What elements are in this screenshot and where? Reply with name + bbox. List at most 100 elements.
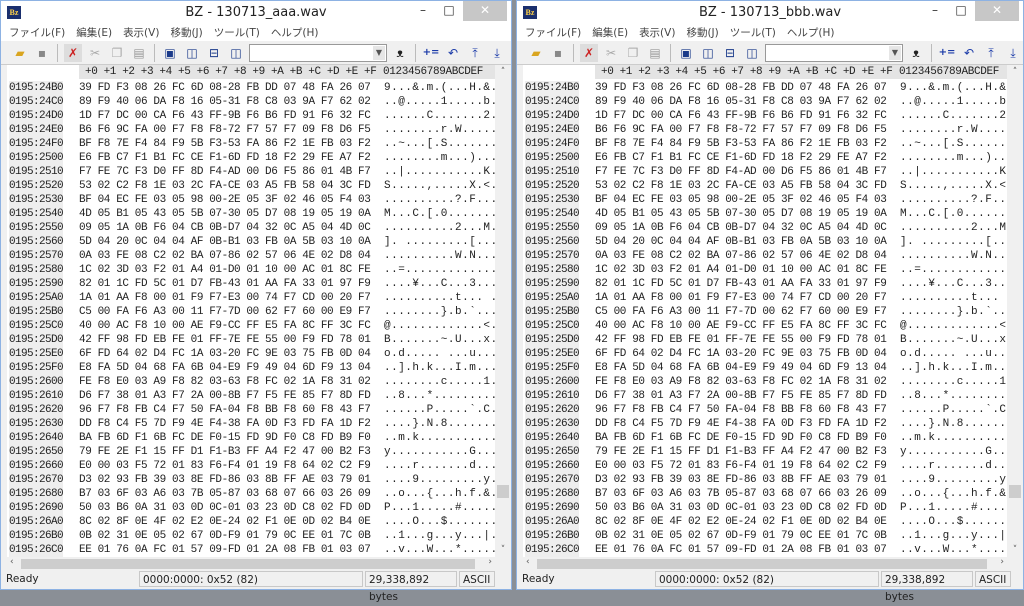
hex-row[interactable]: 0195:2600 FE F8 E0 03 A9 F8 82 03-63 F8 F…: [7, 375, 495, 389]
hex-row[interactable]: 0195:24B0 39 FD F3 08 26 FC 6D 08-28 FB D…: [523, 81, 1007, 95]
maximize-button[interactable]: □: [435, 1, 463, 21]
chevron-down-icon[interactable]: ▼: [889, 45, 901, 60]
hex-row[interactable]: 0195:24B0 39 FD F3 08 26 FC 6D 08-28 FB D…: [7, 81, 495, 95]
binoculars-icon[interactable]: ᴥ: [907, 44, 925, 62]
hex-row[interactable]: 0195:2610 D6 F7 38 01 A3 F7 2A 00-8B F7 F…: [523, 389, 1007, 403]
close-button[interactable]: ✕: [975, 1, 1019, 21]
hex-row[interactable]: 0195:26A0 8C 02 8F 0E 4F 02 E2 0E-24 02 F…: [523, 515, 1007, 529]
hex-row[interactable]: 0195:24C0 89 F9 40 06 DA F8 16 05-31 F8 C…: [523, 95, 1007, 109]
menu-edit[interactable]: 編集(E): [592, 25, 628, 41]
view-single-icon[interactable]: ▣: [161, 44, 179, 62]
vertical-scrollbar[interactable]: ˄ ˅: [495, 65, 511, 557]
hex-row[interactable]: 0195:25B0 C5 00 FA F6 A3 00 11 F7-7D 00 6…: [7, 305, 495, 319]
close-button[interactable]: ✕: [463, 1, 507, 21]
hex-row[interactable]: 0195:2550 09 05 1A 0B F6 04 CB 0B-D7 04 3…: [7, 221, 495, 235]
undo-jump-icon[interactable]: ↶: [960, 44, 978, 62]
readonly-toggle-icon[interactable]: ✗: [64, 43, 82, 62]
hex-row[interactable]: 0195:2650 79 FE 2E F1 15 FF D1 F1-B3 FF A…: [7, 445, 495, 459]
hex-row[interactable]: 0195:2560 5D 04 20 0C 04 04 AF 0B-B1 03 F…: [523, 235, 1007, 249]
undo-jump-icon[interactable]: ↶: [444, 44, 462, 62]
hex-row[interactable]: 0195:2680 B7 03 6F 03 A6 03 7B 05-87 03 6…: [523, 487, 1007, 501]
hex-row[interactable]: 0195:24F0 BF F8 7E F4 84 F9 5B F3-53 FA 8…: [523, 137, 1007, 151]
hex-row[interactable]: 0195:2570 0A 03 FE 08 C2 02 BA 07-86 02 5…: [7, 249, 495, 263]
jump-top-icon[interactable]: ⤒: [982, 44, 1000, 62]
binoculars-icon[interactable]: ᴥ: [391, 44, 409, 62]
search-combo[interactable]: ▼: [765, 43, 903, 62]
horizontal-scrollbar[interactable]: ‹ ›: [523, 557, 1007, 571]
hex-view[interactable]: +0 +1 +2 +3 +4 +5 +6 +7 +8 +9 +A +B +C +…: [7, 65, 495, 557]
menu-file[interactable]: ファイル(F): [9, 25, 65, 41]
view-vsplit-icon[interactable]: ◫: [699, 44, 717, 62]
hex-row[interactable]: 0195:24E0 B6 F6 9C FA 00 F7 F8 F8-72 F7 5…: [7, 123, 495, 137]
cut-icon[interactable]: ✂: [86, 44, 104, 62]
hex-row[interactable]: 0195:24D0 1D F7 DC 00 CA F6 43 FF-9B F6 B…: [523, 109, 1007, 123]
hex-row[interactable]: 0195:2540 4D 05 B1 05 43 05 5B 07-30 05 D…: [523, 207, 1007, 221]
download-icon[interactable]: ⤓: [1004, 44, 1022, 62]
menu-view[interactable]: 表示(V): [123, 25, 159, 41]
vertical-scrollbar[interactable]: ˄ ˅: [1007, 65, 1023, 557]
menu-help[interactable]: ヘルプ(H): [787, 25, 835, 41]
hex-row[interactable]: 0195:2540 4D 05 B1 05 43 05 5B 07-30 05 D…: [7, 207, 495, 221]
hex-row[interactable]: 0195:24C0 89 F9 40 06 DA F8 16 05-31 F8 C…: [7, 95, 495, 109]
calc-icon[interactable]: +=: [938, 44, 956, 62]
hex-row[interactable]: 0195:2690 50 03 B6 0A 31 03 0D 0C-01 03 2…: [523, 501, 1007, 515]
hex-row[interactable]: 0195:25C0 40 00 AC F8 10 00 AE F9-CC FF E…: [7, 319, 495, 333]
menu-help[interactable]: ヘルプ(H): [271, 25, 319, 41]
hex-row[interactable]: 0195:25D0 42 FF 98 FD EB FE 01 FF-7E FE 5…: [523, 333, 1007, 347]
menu-jump[interactable]: 移動(J): [686, 25, 718, 41]
hex-row[interactable]: 0195:26B0 0B 02 31 0E 05 02 67 0D-F9 01 7…: [523, 529, 1007, 543]
hex-row[interactable]: 0195:2570 0A 03 FE 08 C2 02 BA 07-86 02 5…: [523, 249, 1007, 263]
hex-row[interactable]: 0195:25F0 E8 FA 5D 04 68 FA 6B 04-E9 F9 4…: [7, 361, 495, 375]
hex-row[interactable]: 0195:2530 BF 04 EC FE 03 05 98 00-2E 05 3…: [523, 193, 1007, 207]
scrollbar-thumb[interactable]: [1009, 485, 1021, 498]
hex-row[interactable]: 0195:2510 F7 FE 7C F3 D0 FF 8D F4-AD 00 D…: [7, 165, 495, 179]
search-combo[interactable]: ▼: [249, 43, 387, 62]
hex-row[interactable]: 0195:2590 82 01 1C FD 5C 01 D7 FB-43 01 A…: [523, 277, 1007, 291]
hex-row[interactable]: 0195:2550 09 05 1A 0B F6 04 CB 0B-D7 04 3…: [523, 221, 1007, 235]
hex-row[interactable]: 0195:26C0 EE 01 76 0A FC 01 57 09-FD 01 2…: [7, 543, 495, 557]
hex-row[interactable]: 0195:25B0 C5 00 FA F6 A3 00 11 F7-7D 00 6…: [523, 305, 1007, 319]
hex-row[interactable]: 0195:2580 1C 02 3D 03 F2 01 A4 01-D0 01 1…: [523, 263, 1007, 277]
jump-top-icon[interactable]: ⤒: [466, 44, 484, 62]
hex-row[interactable]: 0195:24D0 1D F7 DC 00 CA F6 43 FF-9B F6 B…: [7, 109, 495, 123]
hex-row[interactable]: 0195:25E0 6F FD 64 02 D4 FC 1A 03-20 FC 9…: [7, 347, 495, 361]
hex-row[interactable]: 0195:2620 96 F7 F8 FB C4 F7 50 FA-04 F8 B…: [523, 403, 1007, 417]
hex-row[interactable]: 0195:26B0 0B 02 31 0E 05 02 67 0D-F9 01 7…: [7, 529, 495, 543]
readonly-toggle-icon[interactable]: ✗: [580, 43, 598, 62]
title-bar[interactable]: Bz BZ - 130713_bbb.wav – □ ✕: [517, 1, 1023, 25]
hex-row[interactable]: 0195:2680 B7 03 6F 03 A6 03 7B 05-87 03 6…: [7, 487, 495, 501]
hex-row[interactable]: 0195:2620 96 F7 F8 FB C4 F7 50 FA-04 F8 B…: [7, 403, 495, 417]
copy-icon[interactable]: ❐: [108, 44, 126, 62]
view-compare-icon[interactable]: ◫: [227, 44, 245, 62]
hex-row[interactable]: 0195:2500 E6 FB C7 F1 B1 FC CE F1-6D FD 1…: [7, 151, 495, 165]
hex-row[interactable]: 0195:2630 DD F8 C4 F5 7D F9 4E F4-38 FA 0…: [7, 417, 495, 431]
minimize-button[interactable]: –: [409, 1, 437, 21]
paste-icon[interactable]: ▤: [130, 44, 148, 62]
hex-row[interactable]: 0195:2660 E0 00 03 F5 72 01 83 F6-F4 01 1…: [7, 459, 495, 473]
menu-jump[interactable]: 移動(J): [170, 25, 202, 41]
scrollbar-thumb[interactable]: [21, 559, 475, 569]
hex-row[interactable]: 0195:2600 FE F8 E0 03 A9 F8 82 03-63 F8 F…: [523, 375, 1007, 389]
hex-row[interactable]: 0195:2640 BA FB 6D F1 6B FC DE F0-15 FD 9…: [523, 431, 1007, 445]
menu-view[interactable]: 表示(V): [639, 25, 675, 41]
download-icon[interactable]: ⤓: [488, 44, 506, 62]
maximize-button[interactable]: □: [947, 1, 975, 21]
view-compare-icon[interactable]: ◫: [743, 44, 761, 62]
hex-row[interactable]: 0195:2560 5D 04 20 0C 04 04 AF 0B-B1 03 F…: [7, 235, 495, 249]
paste-icon[interactable]: ▤: [646, 44, 664, 62]
scrollbar-thumb[interactable]: [537, 559, 987, 569]
view-single-icon[interactable]: ▣: [677, 44, 695, 62]
view-hsplit-icon[interactable]: ⊟: [205, 44, 223, 62]
hex-row[interactable]: 0195:2670 D3 02 93 FB 39 03 8E FD-86 03 8…: [7, 473, 495, 487]
hex-row[interactable]: 0195:2500 E6 FB C7 F1 B1 FC CE F1-6D FD 1…: [523, 151, 1007, 165]
hex-row[interactable]: 0195:24E0 B6 F6 9C FA 00 F7 F8 F8-72 F7 5…: [523, 123, 1007, 137]
hex-row[interactable]: 0195:25F0 E8 FA 5D 04 68 FA 6B 04-E9 F9 4…: [523, 361, 1007, 375]
hex-row[interactable]: 0195:25A0 1A 01 AA F8 00 01 F9 F7-E3 00 7…: [7, 291, 495, 305]
copy-icon[interactable]: ❐: [624, 44, 642, 62]
minimize-button[interactable]: –: [921, 1, 949, 21]
menu-tools[interactable]: ツール(T): [730, 25, 776, 41]
hex-row[interactable]: 0195:2590 82 01 1C FD 5C 01 D7 FB-43 01 A…: [7, 277, 495, 291]
hex-row[interactable]: 0195:2660 E0 00 03 F5 72 01 83 F6-F4 01 1…: [523, 459, 1007, 473]
open-folder-icon[interactable]: ▰: [527, 44, 545, 62]
save-icon[interactable]: ▪: [33, 44, 51, 62]
